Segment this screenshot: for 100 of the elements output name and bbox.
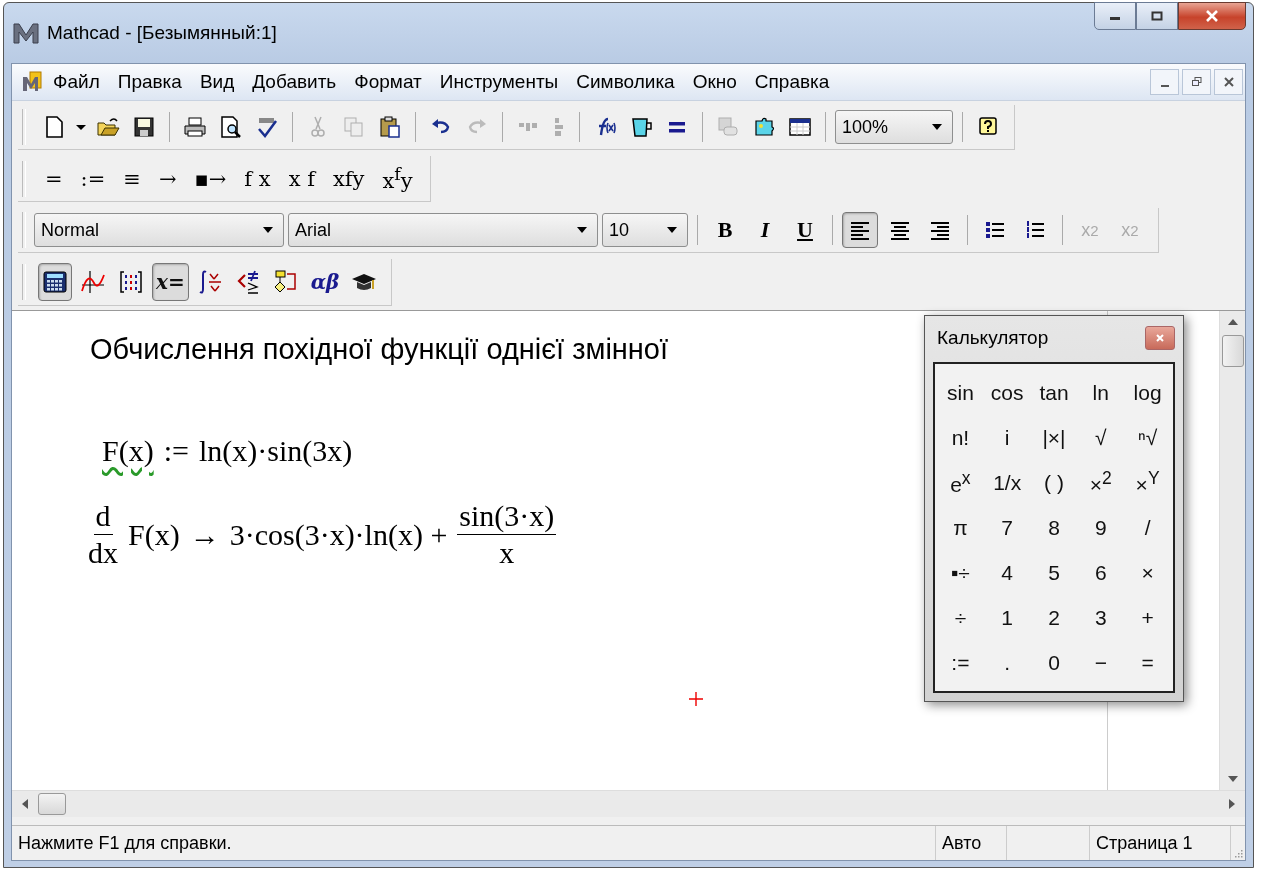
calculator-key[interactable]: 9 — [1077, 505, 1125, 550]
menu-item[interactable]: Правка — [108, 71, 191, 93]
calculator-key[interactable]: ×$^{2}$ — [1077, 460, 1125, 505]
calculator-key[interactable]: := — [937, 640, 984, 685]
status-mode: Авто — [936, 826, 1007, 860]
bold-button[interactable]: B — [707, 212, 743, 248]
minimize-icon — [1160, 85, 1169, 87]
worksheet-heading[interactable]: Обчислення похідної функції однієї змінної — [90, 333, 669, 366]
align-right-icon — [929, 220, 951, 240]
style-dropdown[interactable]: Normal — [34, 213, 284, 247]
printer-icon — [183, 115, 207, 139]
spellcheck-icon — [255, 115, 279, 139]
calculator-key[interactable]: 3 — [1077, 595, 1125, 640]
calculator-key[interactable]: |×| — [1030, 415, 1078, 460]
close-button[interactable] — [1145, 326, 1175, 350]
menu-item[interactable]: Вид — [190, 71, 244, 93]
calculator-key[interactable]: ln — [1077, 370, 1125, 415]
toolbar-button[interactable]: := — [73, 162, 113, 195]
italic-button[interactable]: I — [747, 212, 783, 248]
font-dropdown[interactable]: Arial — [288, 213, 598, 247]
evaluation-toolbar-button[interactable]: x= — [152, 263, 189, 301]
calculator-key[interactable]: i — [983, 415, 1031, 460]
close-icon — [1155, 333, 1165, 343]
align-center-icon — [889, 220, 911, 240]
calculator-key[interactable]: . — [983, 640, 1031, 685]
calculator-key[interactable]: 8 — [1030, 505, 1078, 550]
calculator-key[interactable]: 6 — [1077, 550, 1125, 595]
calculator-key[interactable]: 7 — [983, 505, 1031, 550]
function-definition[interactable]: F(x) := ln(x)·sin(3x) — [102, 434, 353, 468]
calculator-key[interactable]: = — [1124, 640, 1171, 685]
calculator-key[interactable]: × — [1124, 550, 1171, 595]
restore-button[interactable] — [1182, 69, 1211, 95]
close-icon — [1205, 10, 1219, 22]
calculator-key[interactable]: ⁿ√ — [1124, 415, 1171, 460]
menu-item[interactable]: Символика — [567, 71, 684, 93]
toolbar-button[interactable]: ≡ — [116, 162, 148, 195]
menu-item[interactable]: Инструменты — [430, 71, 568, 93]
calculator-key[interactable]: √ — [1077, 415, 1125, 460]
toolbar-button[interactable]: = — [38, 162, 70, 195]
menu-item[interactable]: Файл — [44, 71, 109, 93]
caret-icon — [577, 227, 587, 233]
calculator-key[interactable]: + — [1124, 595, 1171, 640]
flowchart-icon — [272, 269, 299, 295]
calculator-key[interactable]: − — [1077, 640, 1125, 685]
restore-icon — [1191, 77, 1202, 87]
calculator-key[interactable]: ÷ — [937, 595, 984, 640]
calculator-key[interactable]: e$^{x}$ — [937, 460, 984, 505]
calculator-key[interactable]: / — [1124, 505, 1171, 550]
calculator-key[interactable]: 4 — [983, 550, 1031, 595]
underline-button[interactable]: U — [787, 212, 823, 248]
toolbar-button[interactable]: x f — [281, 162, 322, 195]
toolbar-button[interactable]: xfy — [325, 162, 372, 195]
calculator-key[interactable]: ×$^{Y}$ — [1124, 460, 1171, 505]
graph-icon — [80, 269, 106, 295]
calculator-key[interactable]: 5 — [1030, 550, 1078, 595]
size-dropdown[interactable]: 10 — [602, 213, 688, 247]
component-icon — [716, 115, 740, 139]
maximize-button[interactable] — [1136, 2, 1178, 30]
calculator-toolbar-button[interactable] — [38, 263, 72, 301]
align-left-button[interactable] — [842, 212, 878, 248]
vertical-scrollbar[interactable] — [1219, 311, 1245, 790]
calculator-key[interactable]: ( ) — [1030, 460, 1078, 505]
calculator-key[interactable]: log — [1124, 370, 1171, 415]
close-button[interactable] — [1178, 2, 1246, 30]
numbered-list-icon — [1024, 220, 1046, 240]
toolbar-button[interactable]: x$^{f}$y — [375, 160, 420, 197]
menu-item[interactable]: Добавить — [243, 71, 346, 93]
align-icon — [555, 118, 563, 136]
cup-icon — [629, 115, 653, 139]
scroll-thumb[interactable] — [1221, 335, 1244, 367]
crosshair-cursor-icon — [688, 691, 704, 707]
calculator-key[interactable]: cos — [983, 370, 1031, 415]
calculator-key[interactable]: π — [937, 505, 984, 550]
print-preview-icon — [219, 115, 243, 139]
horizontal-scrollbar[interactable] — [12, 790, 1245, 817]
align-icon — [519, 123, 537, 131]
scroll-right-icon — [1229, 799, 1235, 809]
copy-icon — [342, 115, 366, 139]
calculator-key[interactable]: ▪÷ — [937, 550, 984, 595]
zoom-dropdown[interactable]: 100% — [835, 110, 953, 144]
scroll-left-icon — [22, 799, 28, 809]
calculator-icon — [42, 269, 68, 295]
calculator-key[interactable]: n! — [937, 415, 984, 460]
menu-item[interactable]: Формат — [345, 71, 431, 93]
menu-item[interactable]: Окно — [683, 71, 746, 93]
toolbar-button[interactable]: → — [151, 162, 184, 195]
calculator-key[interactable]: 2 — [1030, 595, 1078, 640]
minimize-button[interactable] — [1150, 69, 1179, 95]
calculator-key[interactable]: tan — [1030, 370, 1078, 415]
toolbar-button[interactable]: ▪→ — [187, 162, 234, 195]
greek-toolbar-button[interactable]: αβ — [306, 263, 344, 301]
menu-item[interactable]: Справка — [745, 71, 839, 93]
toolbar-button[interactable]: f x — [237, 162, 278, 195]
scroll-thumb[interactable] — [38, 793, 66, 815]
calculator-key[interactable]: 0 — [1030, 640, 1078, 685]
calculator-key[interactable]: 1 — [983, 595, 1031, 640]
calculator-key[interactable]: 1/x — [983, 460, 1031, 505]
calculator-key[interactable]: sin — [937, 370, 984, 415]
palette-title: Калькулятор — [936, 327, 1049, 349]
minimize-button[interactable] — [1094, 2, 1136, 30]
